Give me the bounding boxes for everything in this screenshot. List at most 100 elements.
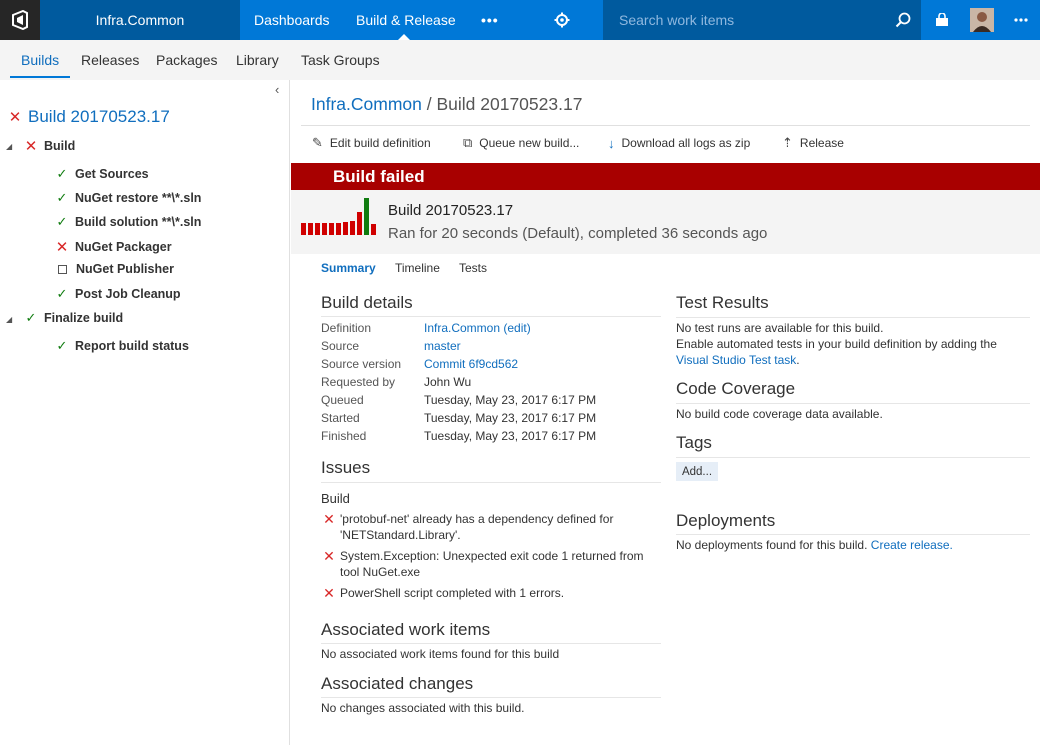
tab-builds[interactable]: Builds [21,40,59,80]
build-number: Build 20170523.17 [388,202,514,219]
release-button[interactable]: ⇡ Release [782,126,844,160]
error-icon: ✕ [323,511,335,527]
divider [321,316,661,317]
deployments-text: No deployments found for this build. [676,538,868,552]
breadcrumb-project-link[interactable]: Infra.Common [311,94,422,114]
tree-root[interactable]: ✕ Build 20170523.17 [8,107,170,127]
build-history-bar[interactable] [336,223,341,235]
tree-item-get-sources[interactable]: ✓ Get Sources [55,166,149,182]
tree-item-post-job-cleanup[interactable]: ✓ Post Job Cleanup [55,286,181,302]
divider [676,457,1030,458]
divider [321,643,661,644]
user-avatar[interactable] [970,0,994,40]
build-history-bar[interactable] [350,221,355,235]
build-details-heading: Build details [321,293,413,312]
test-results-heading: Test Results [676,293,769,312]
test-results-hint: Enable automated tests in your build def… [676,337,997,351]
tree-item-nuget-publisher[interactable]: NuGet Publisher [55,262,174,276]
nav-dashboards[interactable]: Dashboards [254,0,330,40]
detail-key: Finished [321,429,367,443]
tree-item-label: Post Job Cleanup [75,287,181,301]
tree-item-build[interactable]: ✕ Build [24,137,76,155]
detail-key: Requested by [321,375,396,389]
vsts-logo-icon[interactable] [0,0,40,40]
top-bar: Infra.Common Dashboards Build & Release … [0,0,1040,40]
issue-text: 'NETStandard.Library'. [340,528,461,542]
tree-item-label: Get Sources [75,167,149,181]
issue-text: System.Exception: Unexpected exit code 1… [340,549,644,563]
succeeded-check-icon: ✓ [25,310,37,325]
overflow-menu-icon[interactable] [1012,0,1030,40]
build-history-chart[interactable] [301,198,376,235]
tab-releases[interactable]: Releases [81,40,139,80]
build-history-bar[interactable] [371,224,376,235]
search-icon[interactable] [893,0,913,40]
divider [321,697,661,698]
create-release-link[interactable]: Create release. [871,538,953,552]
subtab-summary[interactable]: Summary [321,261,376,275]
build-history-bar[interactable] [308,223,313,235]
tab-task-groups[interactable]: Task Groups [301,40,380,80]
build-history-bar[interactable] [343,222,348,235]
marketplace-bag-icon[interactable] [933,0,951,40]
tab-packages[interactable]: Packages [156,40,217,80]
tree-item-nuget-restore[interactable]: ✓ NuGet restore **\*.sln [55,190,202,206]
issue-item[interactable]: ✕ System.Exception: Unexpected exit code… [323,548,644,580]
code-coverage-text: No build code coverage data available. [676,407,883,421]
work-items-text: No associated work items found for this … [321,647,560,661]
build-history-bar[interactable] [301,223,306,235]
queue-build-button[interactable]: ⧉ Queue new build... [463,126,579,160]
test-task-suffix: . [796,353,800,367]
tags-heading: Tags [676,433,712,452]
expand-triangle-icon[interactable]: ◢ [6,315,12,324]
search-box [603,0,921,40]
collapse-pane-chevron-icon[interactable]: ‹ [275,82,279,97]
build-history-bar[interactable] [315,223,320,235]
subtab-tests[interactable]: Tests [459,261,487,275]
succeeded-check-icon: ✓ [56,338,68,353]
subtab-timeline[interactable]: Timeline [395,261,440,275]
release-label: Release [799,136,844,150]
commit-link[interactable]: Commit 6f9cd562 [424,357,518,371]
project-selector[interactable]: Infra.Common [40,0,240,40]
tree-item-nuget-packager[interactable]: ✕ NuGet Packager [55,238,172,256]
tree-item-finalize-build[interactable]: ✓ Finalize build [24,310,124,326]
hub-tabs: Builds Releases Packages Library Task Gr… [0,40,1040,80]
build-history-bar[interactable] [329,223,334,235]
add-tag-button[interactable]: Add... [676,462,718,481]
queued-value: Tuesday, May 23, 2017 6:17 PM [424,393,597,407]
build-run-summary: Ran for 20 seconds (Default), completed … [388,225,768,242]
settings-gear-icon[interactable] [552,0,572,40]
succeeded-check-icon: ✓ [56,214,68,229]
requested-by-value: John Wu [424,375,472,389]
changes-heading: Associated changes [321,674,474,693]
issue-item[interactable]: ✕ 'protobuf-net' already has a dependenc… [323,511,613,543]
divider [676,534,1030,535]
issue-item[interactable]: ✕ PowerShell script completed with 1 err… [323,585,564,601]
deployments-line: No deployments found for this build. Cre… [676,538,953,552]
tree-item-report-build-status[interactable]: ✓ Report build status [55,338,189,354]
search-input[interactable] [619,0,879,40]
build-history-bar[interactable] [357,212,362,235]
tree-item-label: NuGet Packager [75,240,172,254]
build-history-bar[interactable] [364,198,369,235]
download-arrow-icon: ↓ [608,135,615,151]
source-branch-link[interactable]: master [424,339,461,353]
edit-definition-button[interactable]: ✎ Edit build definition [312,126,431,160]
finished-value: Tuesday, May 23, 2017 6:17 PM [424,429,597,443]
queue-build-label: Queue new build... [479,136,580,150]
definition-link[interactable]: Infra.Common (edit) [424,321,531,335]
issue-text: PowerShell script completed with 1 error… [340,586,565,600]
tree-item-build-solution[interactable]: ✓ Build solution **\*.sln [55,214,202,230]
expand-triangle-icon[interactable]: ◢ [6,142,12,151]
build-toolbar: ✎ Edit build definition ⧉ Queue new buil… [301,125,1030,159]
tab-library[interactable]: Library [236,40,279,80]
error-icon: ✕ [323,585,335,601]
download-logs-label: Download all logs as zip [621,136,751,150]
vs-test-task-link[interactable]: Visual Studio Test task [676,353,796,367]
download-logs-button[interactable]: ↓ Download all logs as zip [608,126,750,160]
queue-build-icon: ⧉ [463,135,473,150]
build-history-bar[interactable] [322,223,327,235]
issues-heading: Issues [321,458,371,477]
more-nav-button[interactable]: ••• [481,0,499,40]
